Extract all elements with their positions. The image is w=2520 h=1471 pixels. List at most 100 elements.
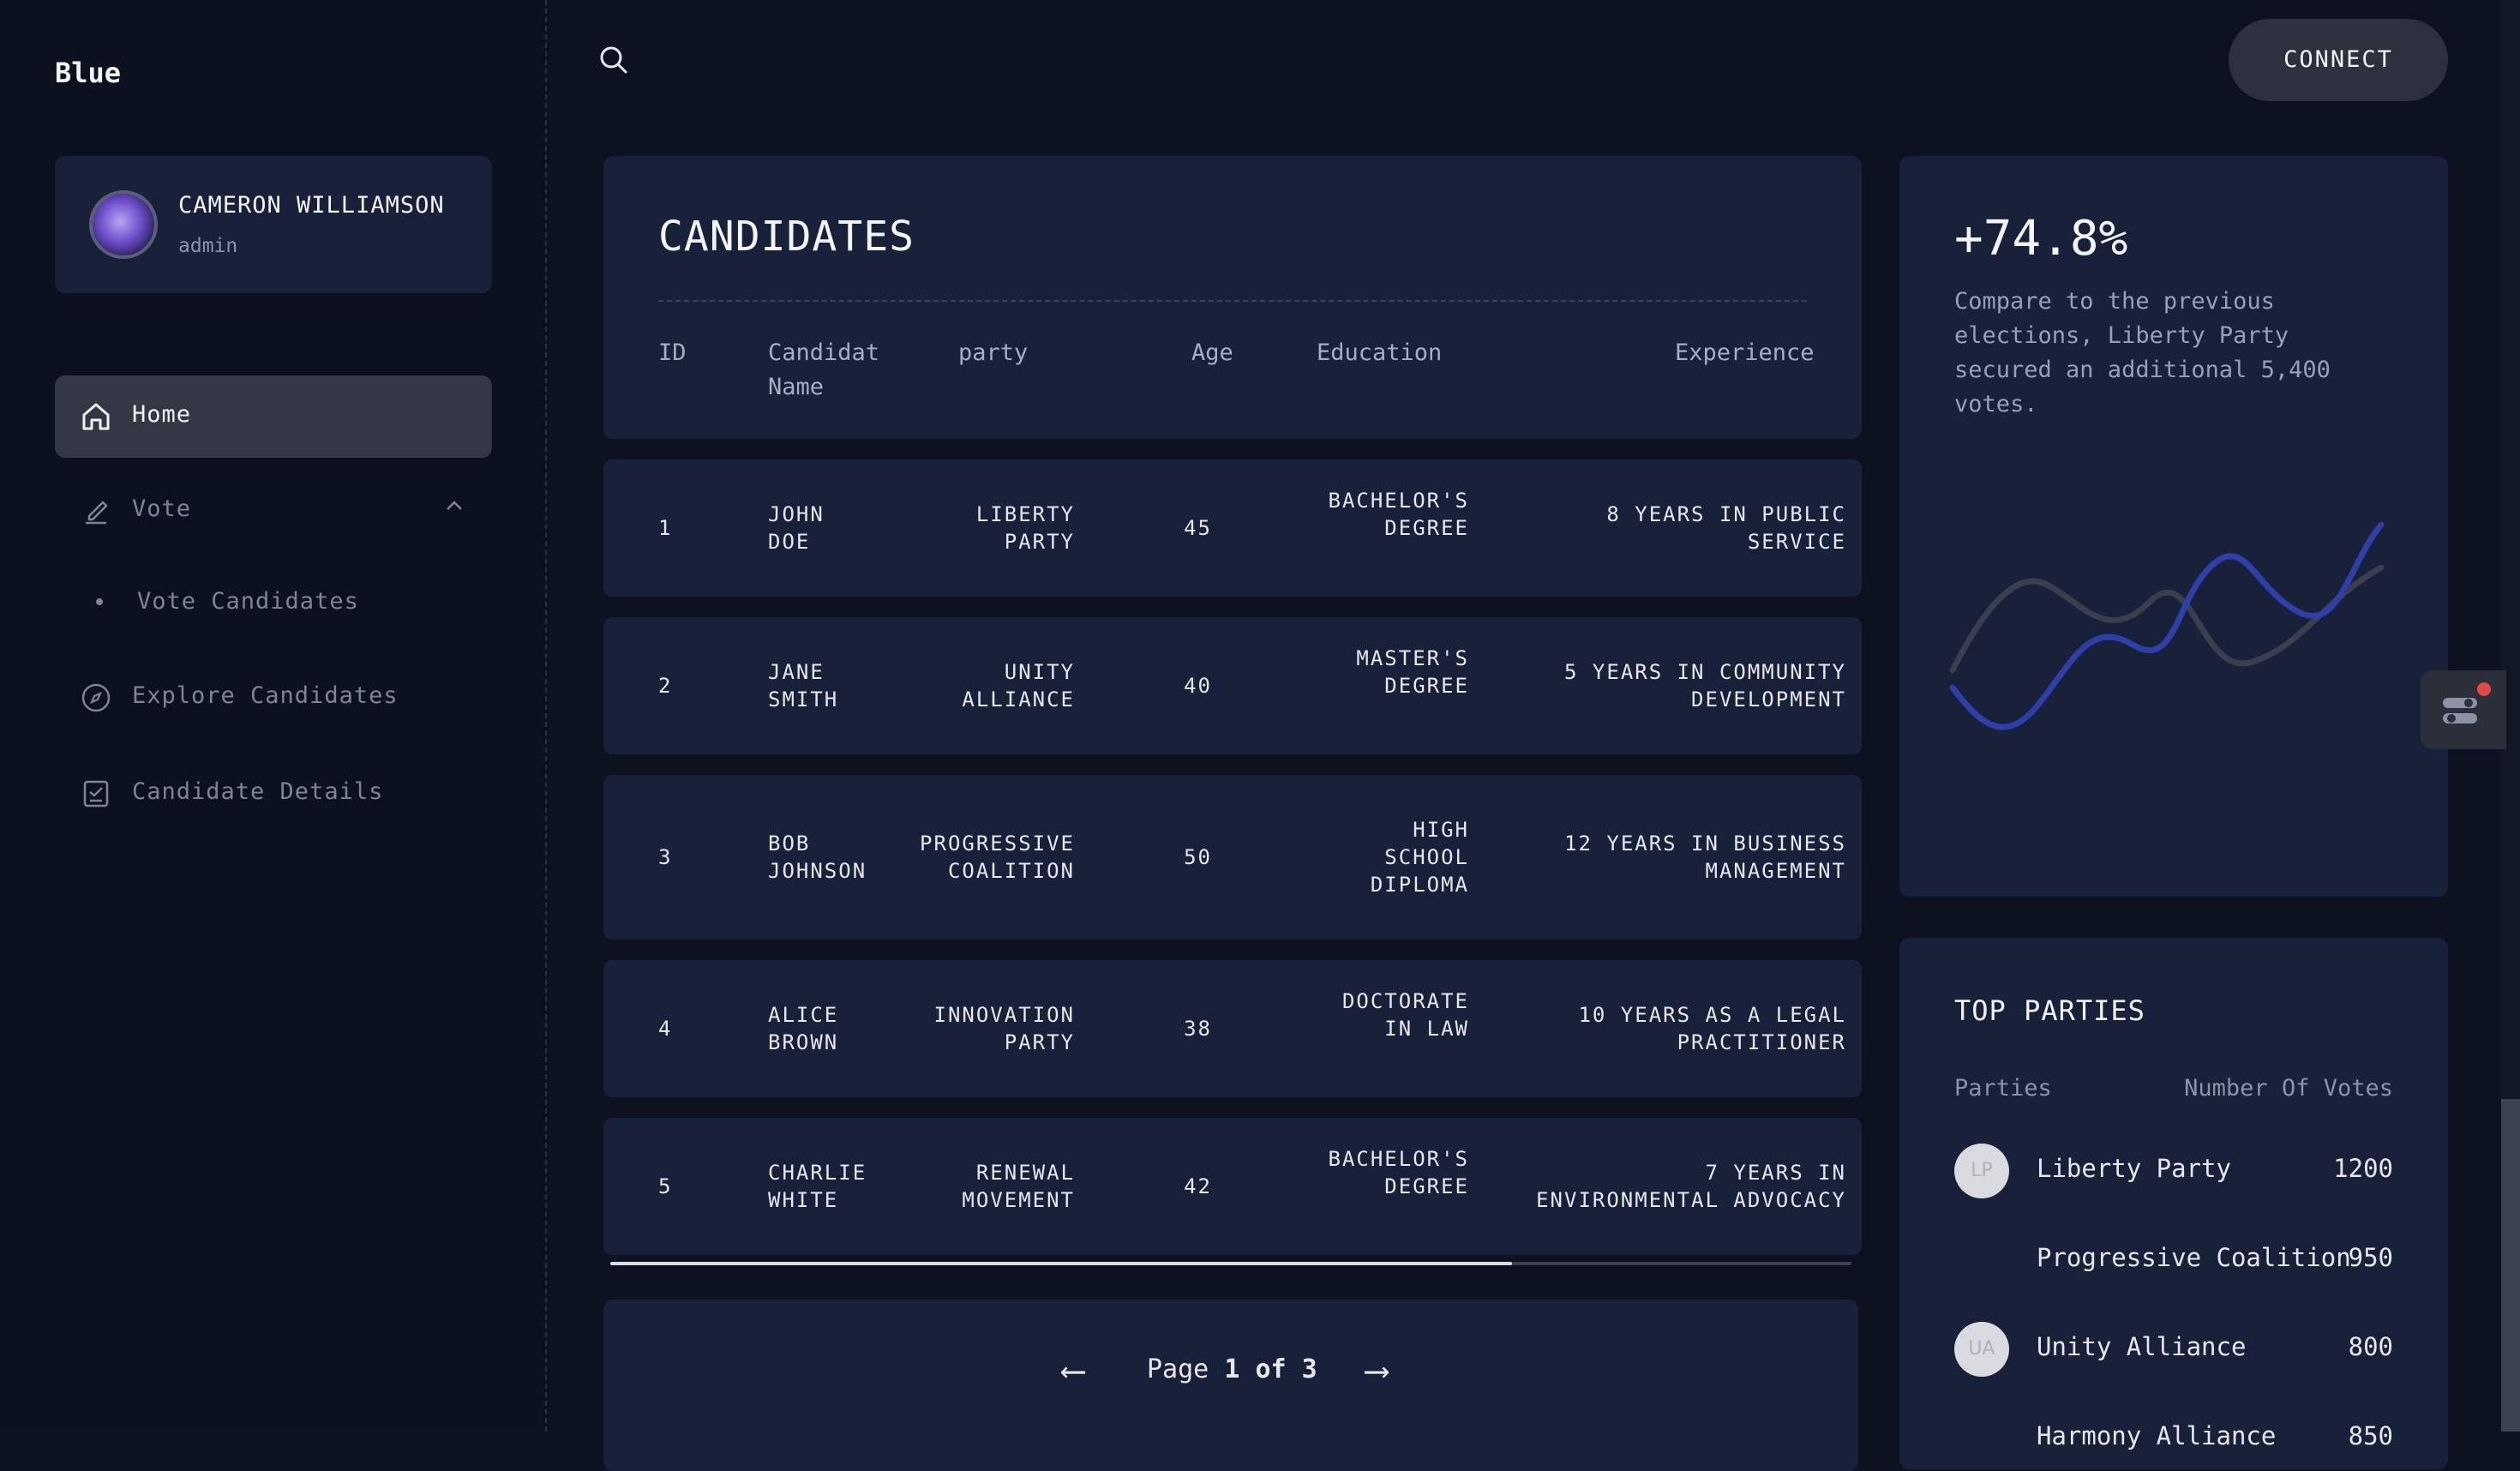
- list-item[interactable]: Harmony Alliance 850: [1899, 1411, 2448, 1466]
- user-role: admin: [178, 235, 238, 257]
- column-header-votes: Number Of Votes: [2184, 1075, 2393, 1102]
- vote-pen-icon: [86, 501, 108, 525]
- party-name: Liberty Party: [2037, 1154, 2231, 1183]
- cell-party: PROGRESSIVE COALITION: [920, 832, 1075, 883]
- compass-icon: [81, 683, 111, 712]
- page-indicator: Page 1 of 3: [1147, 1354, 1317, 1384]
- arrow-left-icon[interactable]: ⟵: [1063, 1351, 1083, 1390]
- page-title: CANDIDATES: [658, 213, 915, 261]
- cell-age: 38: [1184, 1017, 1212, 1041]
- cell-name: JOHN DOE: [768, 502, 825, 554]
- top-parties-title: TOP PARTIES: [1954, 994, 2145, 1027]
- pagination: ⟵ Page 1 of 3 ⟶: [603, 1300, 1858, 1471]
- user-name: CAMERON WILLIAMSON: [178, 192, 445, 219]
- party-name: Progressive Coalition: [2037, 1243, 2351, 1272]
- cell-experience: 12 YEARS IN BUSINESS MANAGEMENT: [1564, 832, 1846, 883]
- cell-id: 2: [658, 674, 673, 698]
- table-scrollbar-thumb[interactable]: [610, 1262, 1512, 1265]
- column-header-name: Candidat Name: [768, 339, 880, 400]
- settings-toggle-button[interactable]: [2421, 670, 2506, 749]
- cell-party: INNOVATION PARTY: [933, 1003, 1075, 1054]
- table-row[interactable]: 5 CHARLIE WHITE RENEWAL MOVEMENT 42 BACHELOR'S…: [603, 1118, 1862, 1255]
- cell-age: 40: [1184, 674, 1212, 698]
- table-row[interactable]: 2 JANE SMITH UNITY ALLIANCE 40 MASTER'S DEGREE 5…: [603, 617, 1862, 754]
- cell-id: 5: [658, 1174, 673, 1198]
- party-votes: 950: [2348, 1243, 2393, 1272]
- cell-experience: 5 YEARS IN COMMUNITY DEVELOPMENT: [1564, 660, 1846, 711]
- party-votes: 1200: [2333, 1154, 2393, 1183]
- cell-party: UNITY ALLIANCE: [962, 660, 1075, 711]
- cell-name: ALICE BROWN: [768, 1003, 839, 1054]
- checklist-icon: [83, 780, 109, 808]
- table-row[interactable]: 1 JOHN DOE LIBERTY PARTY 45 BACHELOR'S DEGREE 8 …: [603, 459, 1862, 597]
- cell-age: 45: [1184, 516, 1212, 540]
- cell-party: LIBERTY PARTY: [975, 502, 1075, 554]
- cell-party: RENEWAL MOVEMENT: [962, 1161, 1075, 1212]
- top-parties-card: TOP PARTIES Parties Number Of Votes LP Li…: [1899, 938, 2448, 1469]
- sidebar: Blue CAMERON WILLIAMSON admin Home Vote …: [0, 0, 547, 1432]
- sidebar-item-home[interactable]: Home: [55, 375, 492, 458]
- sidebar-item-explore-candidates[interactable]: Explore Candidates: [55, 663, 492, 732]
- column-header-experience: Experience: [1675, 339, 1815, 366]
- brand-logo: Blue: [55, 57, 122, 89]
- column-header-education: Education: [1317, 339, 1443, 366]
- sidebar-item-label: Candidate Details: [132, 778, 384, 805]
- cell-age: 42: [1184, 1174, 1212, 1198]
- cell-age: 50: [1184, 845, 1212, 869]
- trend-line-secondary: [1949, 564, 2385, 674]
- arrow-right-icon[interactable]: ⟶: [1366, 1351, 1387, 1390]
- list-item[interactable]: UA Unity Alliance 800: [1899, 1322, 2448, 1377]
- sidebar-item-label: Vote: [132, 495, 192, 522]
- stat-description: Compare to the previous elections, Liber…: [1954, 288, 2331, 417]
- column-header-age: Age: [1191, 339, 1233, 366]
- home-icon: [82, 403, 110, 430]
- cell-education: DOCTORATE IN LAW: [1341, 989, 1469, 1041]
- cell-name: CHARLIE WHITE: [768, 1161, 867, 1212]
- cell-education: MASTER'S DEGREE: [1356, 646, 1469, 698]
- sidebar-item-vote[interactable]: Vote: [55, 477, 492, 545]
- party-votes: 850: [2348, 1421, 2393, 1450]
- candidates-panel: CANDIDATES ID Candidat Name party Age Ed…: [603, 156, 1862, 439]
- column-header-id: ID: [658, 339, 687, 366]
- sidebar-item-label: Vote Candidates: [137, 588, 359, 615]
- cell-experience: 8 YEARS IN PUBLIC SERVICE: [1606, 502, 1846, 554]
- list-item[interactable]: Progressive Coalition 950: [1899, 1233, 2448, 1288]
- trend-line-primary: [1949, 521, 2385, 730]
- cell-education: BACHELOR'S DEGREE: [1328, 489, 1469, 540]
- table-row[interactable]: 3 BOB JOHNSON PROGRESSIVE COALITION 50 HIGH SCH…: [603, 775, 1862, 940]
- page-scrollbar-thumb[interactable]: [2501, 1099, 2520, 1432]
- party-avatar: LP: [1954, 1144, 2009, 1198]
- column-header-parties: Parties: [1954, 1075, 2052, 1102]
- bullet-icon: [96, 598, 103, 605]
- sidebar-item-label: Explore Candidates: [132, 682, 399, 709]
- party-votes: 800: [2348, 1332, 2393, 1361]
- avatar: [89, 190, 158, 259]
- sidebar-item-label: Home: [132, 401, 192, 428]
- cell-experience: 7 YEARS IN ENVIRONMENTAL ADVOCACY: [1536, 1161, 1846, 1212]
- cell-name: JANE SMITH: [768, 660, 839, 711]
- party-avatar: UA: [1954, 1322, 2009, 1377]
- cell-experience: 10 YEARS AS A LEGAL PRACTITIONER: [1578, 1003, 1846, 1054]
- chevron-up-icon[interactable]: [442, 494, 466, 518]
- cell-id: 4: [658, 1017, 673, 1041]
- trend-chart: [1949, 521, 2385, 730]
- cell-id: 3: [658, 845, 673, 869]
- sidebar-item-candidate-details[interactable]: Candidate Details: [55, 760, 492, 828]
- stats-card: +74.8% Compare to the previous elections…: [1899, 156, 2448, 897]
- cell-education: HIGH SCHOOL DIPLOMA: [1370, 818, 1469, 897]
- party-name: Harmony Alliance: [2037, 1421, 2277, 1450]
- column-header-party: party: [958, 339, 1029, 366]
- connect-button[interactable]: CONNECT: [2229, 19, 2448, 101]
- toggle-icon: [2443, 698, 2477, 723]
- sidebar-subitem-vote-candidates[interactable]: Vote Candidates: [55, 571, 492, 639]
- divider: [658, 300, 1807, 302]
- user-profile-card[interactable]: CAMERON WILLIAMSON admin: [55, 156, 492, 293]
- cell-education: BACHELOR'S DEGREE: [1328, 1147, 1469, 1198]
- search-icon[interactable]: [597, 43, 631, 77]
- table-row[interactable]: 4 ALICE BROWN INNOVATION PARTY 38 DOCTORATE IN …: [603, 960, 1862, 1097]
- notification-dot: [2477, 682, 2491, 696]
- stat-percentage: +74.8%: [1954, 211, 2128, 267]
- list-item[interactable]: LP Liberty Party 1200: [1899, 1144, 2448, 1198]
- cell-name: BOB JOHNSON: [768, 832, 867, 883]
- party-name: Unity Alliance: [2037, 1332, 2247, 1361]
